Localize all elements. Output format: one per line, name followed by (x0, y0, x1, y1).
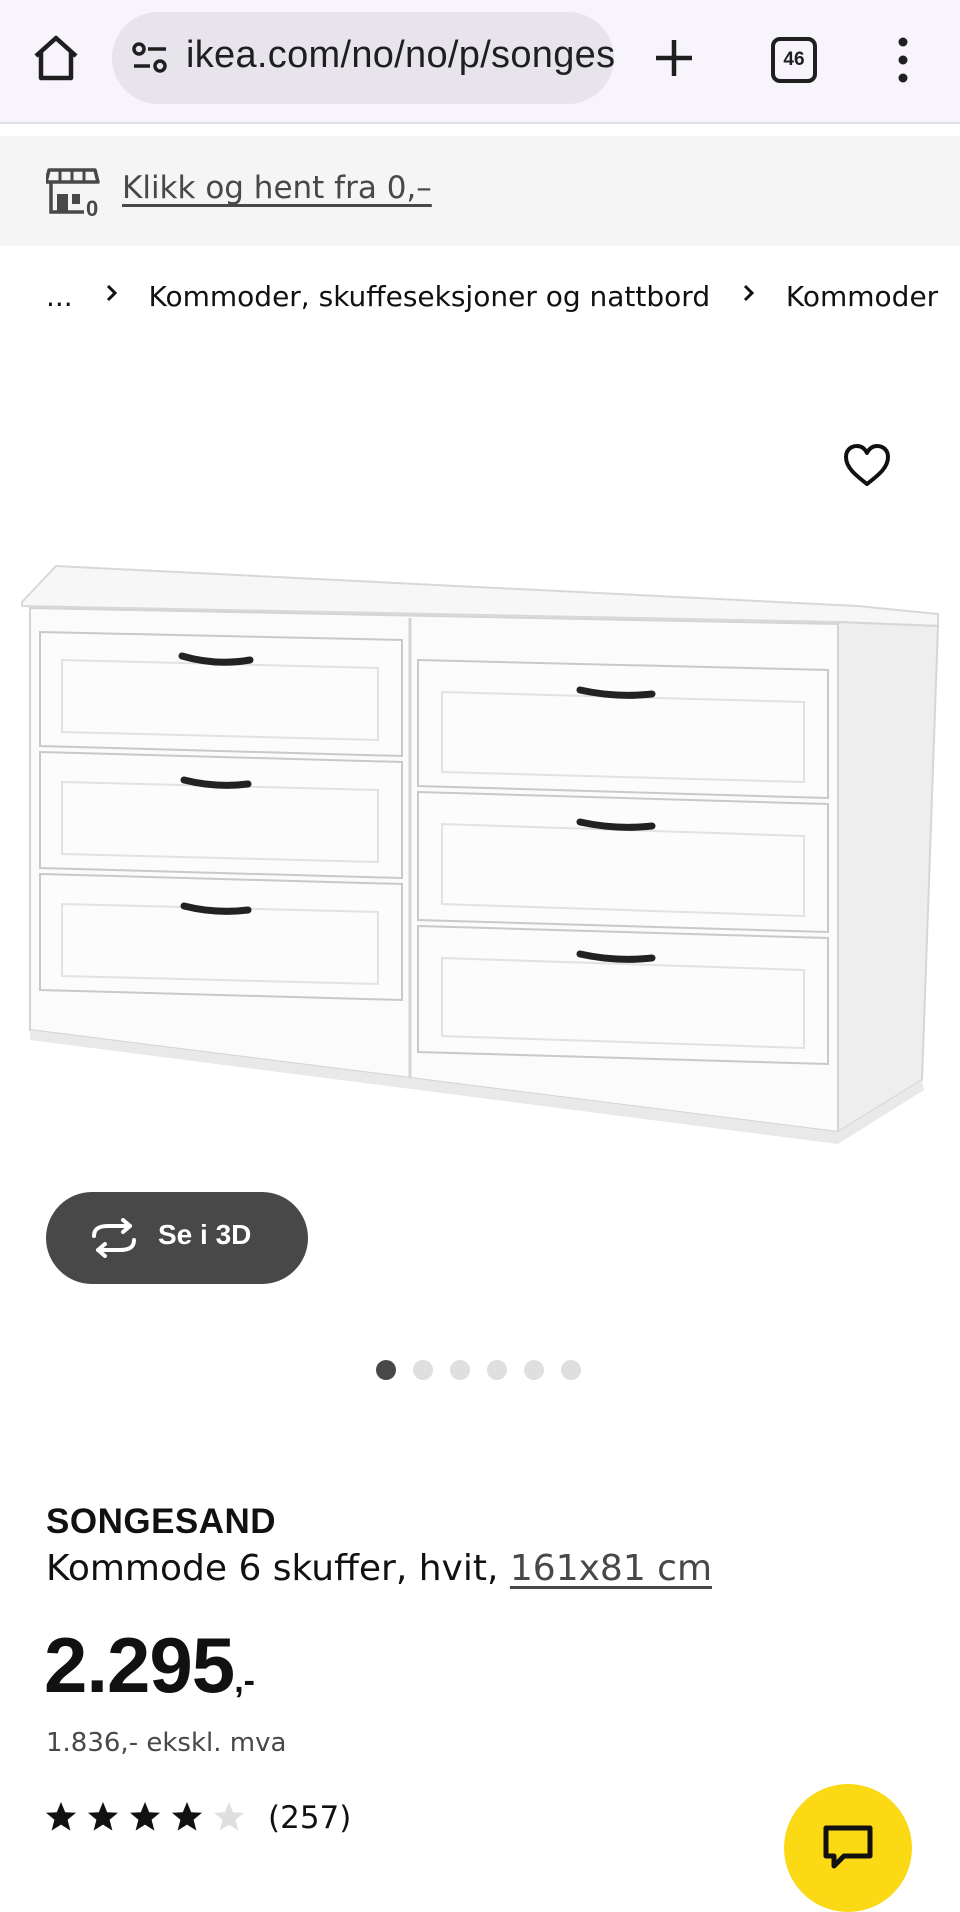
browser-toolbar: ikea.com/no/no/p/songesand 46 (0, 0, 960, 124)
carousel-dot[interactable] (487, 1360, 507, 1380)
chat-icon (823, 1825, 873, 1869)
carousel-dot[interactable] (561, 1360, 581, 1380)
product-size-link[interactable]: 161x81 cm (510, 1548, 712, 1589)
address-bar[interactable]: ikea.com/no/no/p/songesand (112, 12, 614, 104)
store-icon: 0 (46, 168, 100, 218)
breadcrumb-item-chests-nightstands[interactable]: Kommoder, skuffeseksjoner og nattbord (149, 280, 711, 313)
breadcrumb: ... Kommoder, skuffeseksjoner og nattbor… (46, 278, 938, 313)
carousel-dot[interactable] (524, 1360, 544, 1380)
view-in-3d-button[interactable]: Se i 3D (46, 1192, 308, 1284)
svg-text:0: 0 (86, 196, 98, 218)
price-ex-vat: 1.836,- ekskl. mva (46, 1728, 287, 1758)
breadcrumb-item-chests[interactable]: Kommoder (786, 280, 938, 313)
site-settings-icon[interactable] (130, 38, 170, 78)
url-text[interactable]: ikea.com/no/no/p/songesand (186, 34, 614, 77)
tab-switcher-button[interactable]: 46 (771, 37, 817, 83)
click-collect-banner: 0 Klikk og hent fra 0,– (0, 136, 960, 246)
star-icon (46, 1802, 76, 1831)
rotate-3d-icon (92, 1218, 136, 1258)
price-amount: 2.295 (44, 1621, 235, 1709)
chevron-right-icon (743, 284, 755, 302)
star-icon (88, 1802, 118, 1831)
view-in-3d-label: Se i 3D (158, 1219, 252, 1250)
product-price: 2.295,- (44, 1620, 255, 1711)
product-description-text: Kommode 6 skuffer, hvit, (46, 1548, 499, 1589)
chat-button[interactable] (784, 1784, 912, 1912)
price-suffix: ,- (234, 1662, 255, 1700)
review-count[interactable]: (257) (268, 1800, 351, 1836)
carousel-dot[interactable] (413, 1360, 433, 1380)
star-icon (130, 1802, 160, 1831)
more-options-icon[interactable] (892, 36, 914, 84)
product-image[interactable] (18, 560, 942, 1150)
carousel-dot[interactable] (450, 1360, 470, 1380)
carousel-dot[interactable] (376, 1360, 396, 1380)
click-collect-link[interactable]: Klikk og hent fra 0,– (122, 170, 432, 206)
heart-icon[interactable] (842, 442, 892, 488)
star-icon (214, 1802, 244, 1831)
chevron-right-icon (106, 284, 117, 302)
home-icon[interactable] (30, 32, 82, 84)
product-description: Kommode 6 skuffer, hvit, 161x81 cm (46, 1548, 712, 1589)
product-name: SONGESAND (46, 1502, 277, 1541)
breadcrumb-ellipsis[interactable]: ... (46, 280, 73, 313)
new-tab-icon[interactable] (652, 36, 696, 80)
star-icon (172, 1802, 202, 1831)
